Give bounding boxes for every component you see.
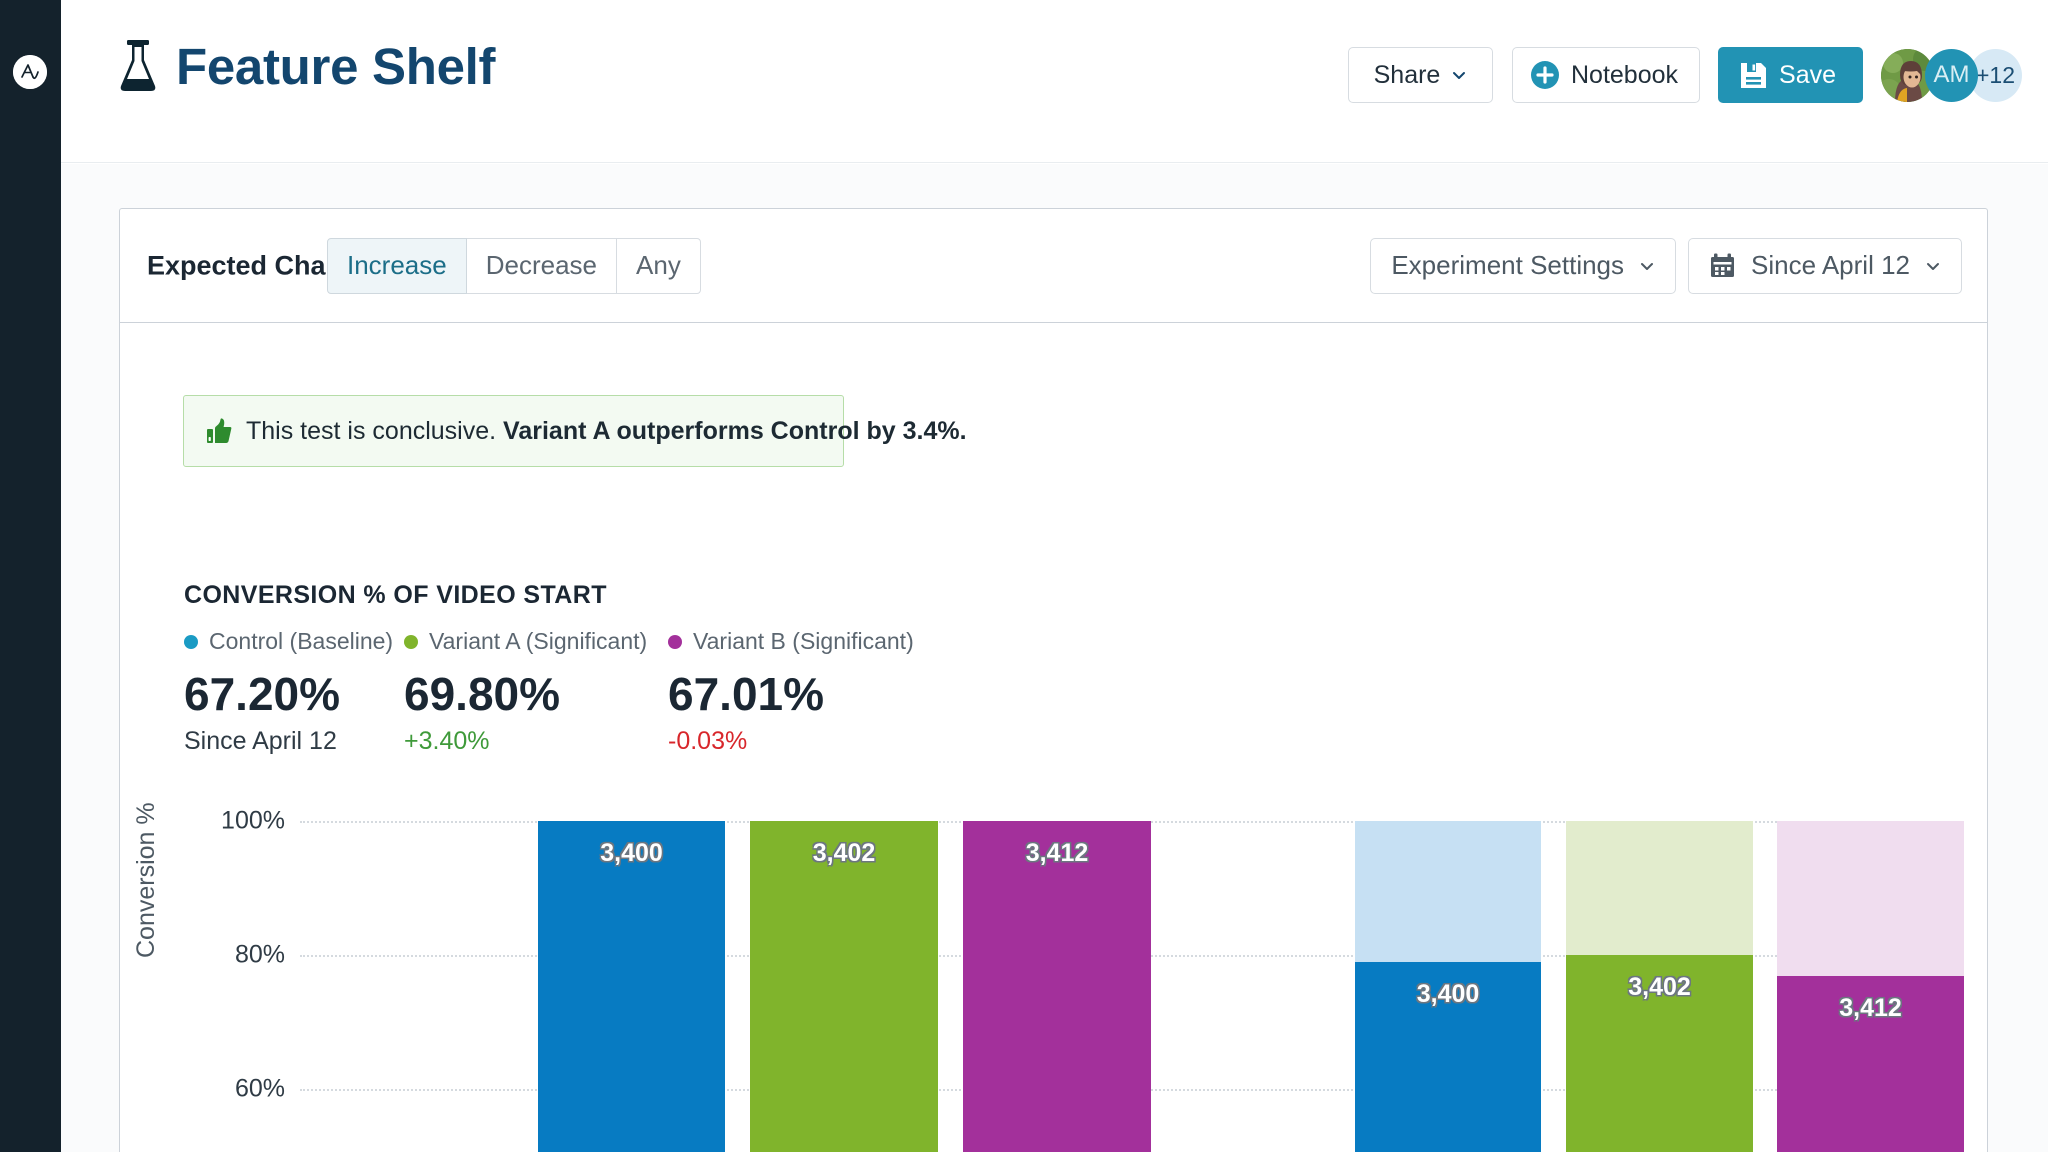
segment-increase[interactable]: Increase <box>327 238 467 294</box>
conclusive-banner: This test is conclusive. Variant A outpe… <box>183 395 844 467</box>
chart-bar-label: 3,400 <box>1355 980 1541 1009</box>
y-axis-ticks: 100% 80% 60% <box>155 773 285 1152</box>
legend-label-variant-b: Variant B (Significant) <box>693 628 914 655</box>
avatar-initials-label: AM <box>1934 61 1970 89</box>
banner-text: This test is conclusive. Variant A outpe… <box>246 417 967 446</box>
chart-bar-label: 3,412 <box>1777 994 1964 1023</box>
metric-value-variant-b: 67.01% <box>668 669 914 720</box>
segment-any-label: Any <box>636 250 681 281</box>
metric-column-variant-a: Variant A (Significant) 69.80% +3.40% <box>404 628 647 756</box>
legend-label-control: Control (Baseline) <box>209 628 393 655</box>
metric-sub-variant-b: -0.03% <box>668 727 914 756</box>
chart-bar[interactable]: 3,412 <box>963 821 1151 1152</box>
experiment-settings-dropdown[interactable]: Experiment Settings <box>1370 238 1676 294</box>
chevron-down-icon <box>1451 67 1467 83</box>
header-actions: Share Notebook <box>1348 47 2022 103</box>
page-title: Feature Shelf <box>176 41 495 92</box>
legend-dot-control <box>184 635 198 649</box>
legend-dot-variant-a <box>404 635 418 649</box>
chart-bar-label: 3,402 <box>1566 973 1753 1002</box>
save-button-label: Save <box>1779 61 1836 90</box>
segment-any[interactable]: Any <box>616 238 701 294</box>
plus-circle-icon <box>1530 60 1560 90</box>
share-button[interactable]: Share <box>1348 47 1493 103</box>
segment-decrease[interactable]: Decrease <box>466 238 617 294</box>
legend-item-variant-a[interactable]: Variant A (Significant) <box>404 628 647 655</box>
chart-bar-label: 3,400 <box>538 839 725 868</box>
thumbs-up-icon <box>206 418 232 444</box>
legend-dot-variant-b <box>668 635 682 649</box>
amplitude-logo-icon[interactable] <box>13 55 47 89</box>
chart-bar-label: 3,412 <box>963 839 1151 868</box>
y-axis-tick-label: 100% <box>221 807 285 836</box>
brand: Feature Shelf <box>117 38 495 94</box>
banner-text-plain: This test is conclusive. <box>246 417 496 445</box>
calendar-icon <box>1709 252 1736 279</box>
notebook-button-label: Notebook <box>1571 61 1678 90</box>
metric-column-control: Control (Baseline) 67.20% Since April 12 <box>184 628 393 756</box>
legend-label-variant-a: Variant A (Significant) <box>429 628 647 655</box>
share-button-label: Share <box>1374 61 1441 90</box>
save-button[interactable]: Save <box>1718 47 1863 103</box>
metric-title: CONVERSION % OF VIDEO START <box>184 581 607 610</box>
legend-item-control[interactable]: Control (Baseline) <box>184 628 393 655</box>
chart-bar[interactable]: 3,402 <box>750 821 938 1152</box>
metric-value-control: 67.20% <box>184 669 393 720</box>
experiment-panel: Expected Change Increase Decrease Any Ex… <box>119 208 1988 1152</box>
chart-bar[interactable]: 3,400 <box>1355 821 1541 1152</box>
chart-bar[interactable]: 3,402 <box>1566 821 1753 1152</box>
avatar-overflow-label: +12 <box>1976 62 2015 89</box>
chart-bar[interactable]: 3,400 <box>538 821 725 1152</box>
experiment-settings-label: Experiment Settings <box>1391 250 1624 281</box>
metric-legend: Control (Baseline) 67.20% Since April 12… <box>184 628 1184 758</box>
date-range-dropdown[interactable]: Since April 12 <box>1688 238 1962 294</box>
notebook-button[interactable]: Notebook <box>1512 47 1700 103</box>
y-axis-tick-label: 60% <box>235 1075 285 1104</box>
segment-increase-label: Increase <box>347 250 447 281</box>
segment-decrease-label: Decrease <box>486 250 597 281</box>
left-rail <box>0 0 61 1152</box>
legend-item-variant-b[interactable]: Variant B (Significant) <box>668 628 914 655</box>
flask-icon <box>117 38 159 94</box>
filter-bar-right: Experiment Settings <box>1370 238 1962 294</box>
chevron-down-icon <box>1639 258 1655 274</box>
metric-value-variant-a: 69.80% <box>404 669 647 720</box>
date-range-label: Since April 12 <box>1751 250 1910 281</box>
conversion-bar-chart: Conversion % 100%80%60% 3,4003,4023,4123… <box>120 773 1987 1152</box>
metric-column-variant-b: Variant B (Significant) 67.01% -0.03% <box>668 628 914 756</box>
panel-content: This test is conclusive. Variant A outpe… <box>120 323 1987 1152</box>
metric-sub-control: Since April 12 <box>184 727 393 756</box>
expected-change-segmented-control: Increase Decrease Any <box>327 238 701 294</box>
filter-bar: Expected Change Increase Decrease Any Ex… <box>120 209 1987 323</box>
avatar-initials[interactable]: AM <box>1925 49 1978 102</box>
chart-bar-label: 3,402 <box>750 839 938 868</box>
app-header: Feature Shelf Share Notebook <box>61 0 2048 163</box>
chevron-down-icon <box>1925 258 1941 274</box>
chart-bar[interactable]: 3,412 <box>1777 821 1964 1152</box>
banner-text-bold: Variant A outperforms Control by 3.4%. <box>503 417 967 445</box>
floppy-disk-icon <box>1739 61 1768 90</box>
metric-sub-variant-a: +3.40% <box>404 727 647 756</box>
chart-plot-area: 3,4003,4023,4123,4003,4023,412 <box>300 773 1960 1152</box>
y-axis-tick-label: 80% <box>235 941 285 970</box>
avatar-group[interactable]: AM +12 <box>1881 49 2022 102</box>
